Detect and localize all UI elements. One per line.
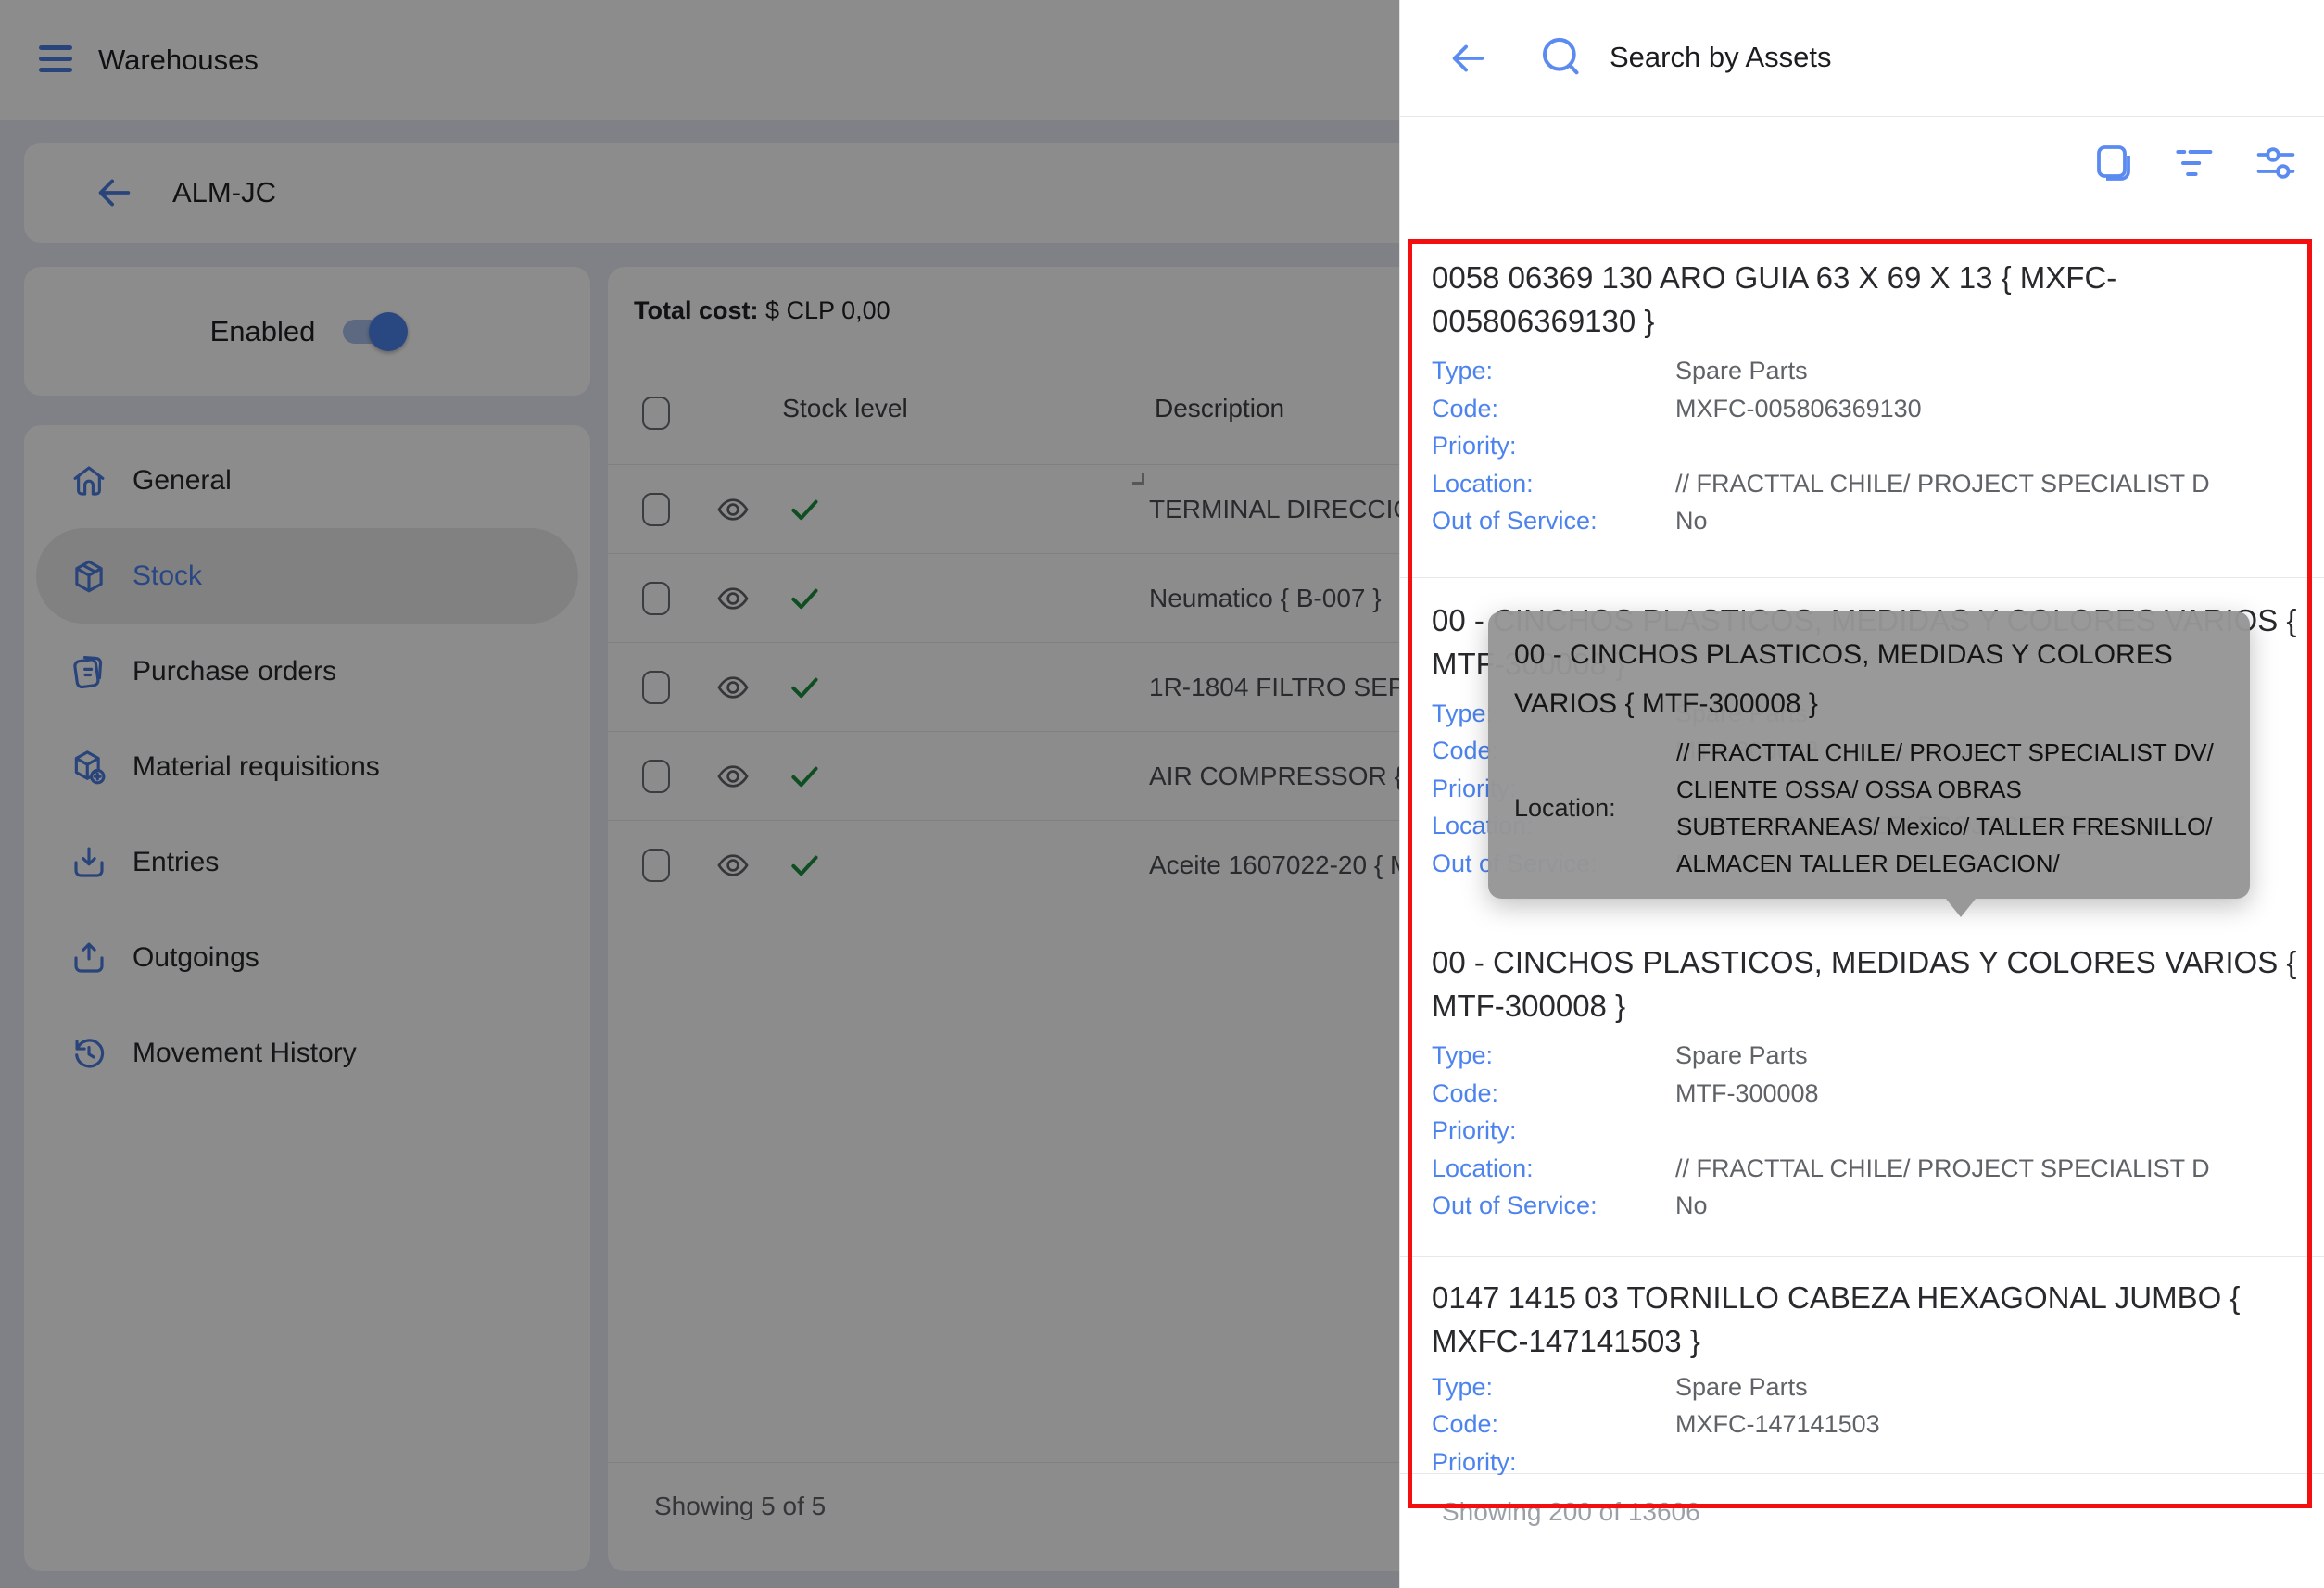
asset-title: 0058 06369 130 ARO GUIA 63 X 69 X 13 { M…: [1432, 256, 2305, 343]
asset-result-card[interactable]: 0147 1415 03 TORNILLO CABEZA HEXAGONAL J…: [1400, 1257, 2324, 1476]
tooltip-caret: [1946, 899, 1976, 917]
field-label: Location:: [1432, 465, 1675, 503]
asset-result-card[interactable]: 00 - CINCHOS PLASTICOS, MEDIDAS Y COLORE…: [1400, 914, 2324, 1257]
panel-toolbar: [2090, 141, 2298, 185]
copy-icon[interactable]: [2090, 141, 2135, 185]
location-tooltip: 00 - CINCHOS PLASTICOS, MEDIDAS Y COLORE…: [1488, 611, 2250, 899]
field-value: Spare Parts: [1675, 1368, 1808, 1406]
field-value: Spare Parts: [1675, 352, 1808, 390]
app-screen: Warehouses ALM-JC Enabled General Stock …: [0, 0, 2324, 1588]
modal-dim-overlay: [0, 0, 1399, 1588]
asset-title: 0147 1415 03 TORNILLO CABEZA HEXAGONAL J…: [1432, 1276, 2305, 1363]
field-label: Priority:: [1432, 1443, 1675, 1476]
field-label: Priority:: [1432, 427, 1675, 465]
field-value: // FRACTTAL CHILE/ PROJECT SPECIALIST D: [1675, 465, 2210, 503]
field-value: No: [1675, 1187, 1708, 1225]
search-input[interactable]: [1610, 28, 2203, 87]
field-label: Priority:: [1432, 1112, 1675, 1150]
search-icon[interactable]: [1537, 33, 1585, 82]
tooltip-asset-title: 00 - CINCHOS PLASTICOS, MEDIDAS Y COLORE…: [1514, 630, 2204, 728]
field-label: Type:: [1432, 1368, 1675, 1406]
tune-settings-icon[interactable]: [2254, 141, 2298, 185]
field-value: Spare Parts: [1675, 1037, 1808, 1075]
search-assets-panel: 0058 06369 130 ARO GUIA 63 X 69 X 13 { M…: [1399, 0, 2324, 1588]
field-value: MXFC-147141503: [1675, 1405, 1880, 1443]
field-value: No: [1675, 502, 1708, 540]
filter-icon[interactable]: [2172, 141, 2217, 185]
field-value: MXFC-005806369130: [1675, 390, 1922, 428]
field-value: // FRACTTAL CHILE/ PROJECT SPECIALIST D: [1675, 1150, 2210, 1188]
results-footer-count: Showing 200 of 13606: [1442, 1497, 1700, 1527]
field-label: Code:: [1432, 1405, 1675, 1443]
panel-back-arrow-icon[interactable]: [1446, 37, 1489, 80]
field-label: Code:: [1432, 390, 1675, 428]
field-label: Out of Service:: [1432, 502, 1675, 540]
field-label: Location:: [1432, 1150, 1675, 1188]
field-label: Code:: [1432, 1075, 1675, 1113]
tooltip-location-label: Location:: [1514, 794, 1676, 823]
field-value: MTF-300008: [1675, 1075, 1819, 1113]
asset-result-card[interactable]: 0058 06369 130 ARO GUIA 63 X 69 X 13 { M…: [1400, 243, 2324, 578]
tooltip-location-value: // FRACTTAL CHILE/ PROJECT SPECIALIST DV…: [1676, 734, 2224, 882]
asset-title: 00 - CINCHOS PLASTICOS, MEDIDAS Y COLORE…: [1432, 940, 2305, 1027]
field-label: Out of Service:: [1432, 1187, 1675, 1225]
field-label: Type:: [1432, 1037, 1675, 1075]
field-label: Type:: [1432, 352, 1675, 390]
